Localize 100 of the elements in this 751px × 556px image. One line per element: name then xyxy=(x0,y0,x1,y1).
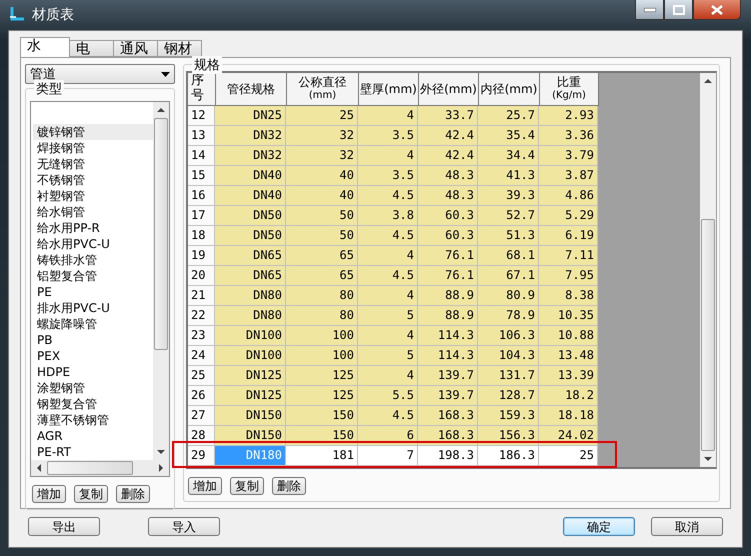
scroll-right-icon[interactable] xyxy=(157,464,165,472)
list-item[interactable]: PEX xyxy=(33,348,153,364)
table-cell: 41.3 xyxy=(478,166,539,186)
column-header: 内径(mm) xyxy=(479,73,540,106)
table-cell: 150 xyxy=(286,426,358,446)
list-action-button[interactable]: 增加 xyxy=(32,485,66,503)
scroll-down-icon[interactable] xyxy=(157,448,165,456)
table-cell: 18.2 xyxy=(539,386,598,406)
list-item[interactable]: 铝塑复合管 xyxy=(33,268,153,284)
table-cell: 4 xyxy=(358,146,418,166)
column-header: 公称直径 (mm) xyxy=(287,73,359,106)
table-cell: 4 xyxy=(358,366,418,386)
scrollbar-thumb[interactable] xyxy=(154,118,168,350)
table-cell: 4.5 xyxy=(358,226,418,246)
footer-button[interactable]: 导出 xyxy=(28,517,100,536)
tab[interactable]: 电 xyxy=(69,40,114,57)
close-icon xyxy=(711,4,723,14)
column-header: 壁厚(mm) xyxy=(359,73,419,106)
table-cell: 125 xyxy=(286,366,358,386)
table-action-button[interactable]: 增加 xyxy=(188,477,222,495)
tab[interactable]: 通风 xyxy=(113,40,158,57)
row-number: 19 xyxy=(188,246,215,266)
list-item[interactable]: HDPE xyxy=(33,364,153,380)
list-item[interactable]: PE xyxy=(33,284,153,300)
list-item[interactable]: 铸铁排水管 xyxy=(33,252,153,268)
list-action-button[interactable]: 删除 xyxy=(116,485,150,503)
dropdown-arrow-icon xyxy=(161,72,170,76)
table-cell: DN40 xyxy=(215,186,286,206)
maximize-button[interactable] xyxy=(664,0,693,20)
table-cell: DN65 xyxy=(215,266,286,286)
row-number: 20 xyxy=(188,266,215,286)
table-cell: 76.1 xyxy=(418,246,478,266)
row-number: 15 xyxy=(188,166,215,186)
scrollbar-thumb[interactable] xyxy=(47,461,133,475)
table-cell: 25 xyxy=(539,446,598,466)
row-number: 23 xyxy=(188,326,215,346)
scroll-down-icon[interactable] xyxy=(704,455,712,463)
table-cell: 24.02 xyxy=(539,426,598,446)
vertical-scrollbar[interactable] xyxy=(700,73,716,467)
list-item[interactable]: 焊接钢管 xyxy=(33,140,153,156)
table-cell: DN100 xyxy=(215,326,286,346)
dialog-button[interactable]: 确定 xyxy=(563,517,635,536)
tab[interactable]: 水 xyxy=(20,37,70,57)
group-title: 规格 xyxy=(192,56,222,74)
row-number: 21 xyxy=(188,286,215,306)
table-cell: 78.9 xyxy=(478,306,539,326)
row-number: 17 xyxy=(188,206,215,226)
table-action-button[interactable]: 删除 xyxy=(272,477,306,495)
table-cell: 34.4 xyxy=(478,146,539,166)
table-cell: 168.3 xyxy=(418,426,478,446)
list-item[interactable]: 给水用PP-R xyxy=(33,220,153,236)
table-cell: 88.9 xyxy=(418,306,478,326)
list-item[interactable]: 衬塑钢管 xyxy=(33,188,153,204)
list-item[interactable]: 螺旋降噪管 xyxy=(33,316,153,332)
list-item[interactable]: 涂塑钢管 xyxy=(33,380,153,396)
list-item[interactable]: 镀锌钢管 xyxy=(33,124,153,140)
table-cell: 48.3 xyxy=(418,186,478,206)
table-cell: 100 xyxy=(286,326,358,346)
table-cell: 50 xyxy=(286,226,358,246)
table-action-button[interactable]: 复制 xyxy=(230,477,264,495)
list-action-button[interactable]: 复制 xyxy=(74,485,108,503)
minimize-button[interactable] xyxy=(635,0,664,20)
table-cell: 4 xyxy=(358,106,418,126)
list-item[interactable]: 无缝钢管 xyxy=(33,156,153,172)
list-item[interactable]: 排水用PVC-U xyxy=(33,300,153,316)
table-cell: 18.18 xyxy=(539,406,598,426)
table-cell: DN100 xyxy=(215,346,286,366)
list-item[interactable]: 给水铜管 xyxy=(33,204,153,220)
table-cell: 7.11 xyxy=(539,246,598,266)
footer-button[interactable]: 导入 xyxy=(148,517,220,536)
row-number: 13 xyxy=(188,126,215,146)
vertical-scrollbar[interactable] xyxy=(153,102,169,460)
table-cell: 88.9 xyxy=(418,286,478,306)
dialog-button[interactable]: 取消 xyxy=(651,517,723,536)
table-cell: 65 xyxy=(286,266,358,286)
list-item[interactable]: 薄壁不锈钢管 xyxy=(33,412,153,428)
table-cell: 5.29 xyxy=(539,206,598,226)
table-cell: DN65 xyxy=(215,246,286,266)
table-cell: DN80 xyxy=(215,286,286,306)
list-item[interactable]: 不锈钢管 xyxy=(33,172,153,188)
scrollbar-thumb[interactable] xyxy=(701,219,715,451)
scroll-up-icon[interactable] xyxy=(157,106,165,114)
scroll-left-icon[interactable] xyxy=(35,464,43,472)
table-cell: 67.1 xyxy=(478,266,539,286)
list-item[interactable]: PB xyxy=(33,332,153,348)
list-item[interactable]: 钢塑复合管 xyxy=(33,396,153,412)
list-item[interactable]: 给水用PVC-U xyxy=(33,236,153,252)
scroll-up-icon[interactable] xyxy=(704,77,712,85)
table-cell: 7 xyxy=(358,446,418,466)
close-button[interactable] xyxy=(693,0,741,20)
table-cell: 186.3 xyxy=(478,446,539,466)
table-cell: 8.38 xyxy=(539,286,598,306)
table-cell: 2.93 xyxy=(539,106,598,126)
list-item[interactable]: PE-RT xyxy=(33,444,153,460)
tab[interactable]: 钢材 xyxy=(157,40,202,57)
list-item[interactable]: AGR xyxy=(33,428,153,444)
table-cell: 42.4 xyxy=(418,146,478,166)
horizontal-scrollbar[interactable] xyxy=(31,460,169,476)
table-cell: DN50 xyxy=(215,226,286,246)
column-header: 管径规格 xyxy=(216,73,287,106)
